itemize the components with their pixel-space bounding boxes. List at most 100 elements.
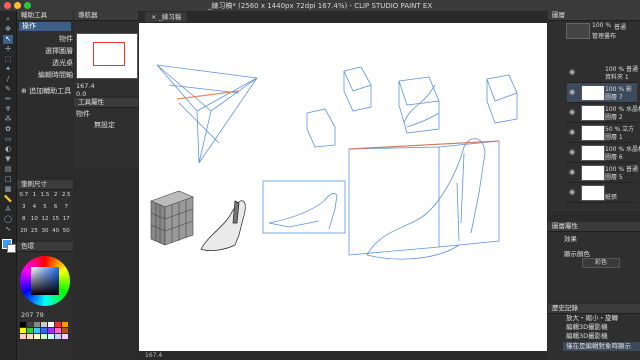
decoration-tool-icon[interactable]: ✿	[3, 125, 13, 134]
layer-row[interactable]: ◉ 100 % 普通 圖層 5	[567, 163, 638, 183]
layer-thumb[interactable]	[566, 23, 590, 39]
brush-size-option[interactable]: 40	[51, 228, 61, 239]
sub-tool-light-table[interactable]: 透光桌	[29, 58, 73, 68]
sub-tool-select-layer[interactable]: 選擇圖層	[29, 46, 73, 56]
color-swatch[interactable]	[55, 328, 61, 333]
ruler-tool-icon[interactable]: 📏	[3, 195, 13, 204]
eye-icon[interactable]: ◉	[569, 188, 577, 196]
pen-tool-icon[interactable]: ✎	[3, 85, 13, 94]
color-value-readout[interactable]: 207 79	[21, 311, 44, 319]
color-swatch[interactable]	[20, 334, 26, 339]
close-tab-icon[interactable]: ×	[151, 13, 159, 21]
blend-tool-icon[interactable]: ◐	[3, 145, 13, 154]
layer-row[interactable]: ◉ 100 % 普通 資料夾 1	[567, 63, 638, 83]
color-swatch[interactable]	[27, 334, 33, 339]
color-swatch[interactable]	[62, 322, 68, 327]
navigator-view-frame[interactable]	[93, 42, 125, 66]
frame-border-tool-icon[interactable]: ▦	[3, 185, 13, 194]
sub-color-swatch[interactable]	[7, 244, 16, 253]
color-swatch[interactable]	[48, 334, 54, 339]
gradient-tool-icon[interactable]: ▤	[3, 165, 13, 174]
brush-size-option[interactable]: 3	[19, 204, 29, 215]
auto-select-tool-icon[interactable]: ✦	[3, 65, 13, 74]
selection-tool-icon[interactable]: ⬚	[3, 55, 13, 64]
color-swatch[interactable]	[62, 328, 68, 333]
balloon-tool-icon[interactable]: ◯	[3, 215, 13, 224]
color-swatch[interactable]	[48, 322, 54, 327]
move-tool-icon[interactable]: ✥	[3, 25, 13, 34]
eye-icon[interactable]: ◉	[569, 108, 577, 116]
history-item[interactable]: 放大・縮小・旋轉	[563, 314, 640, 323]
color-swatch[interactable]	[20, 328, 26, 333]
navigator-preview[interactable]	[76, 33, 138, 79]
layer-row-selected[interactable]: ◉ 100 % 影 圖層 7	[567, 83, 637, 103]
sub-tool-edit-timeline[interactable]: 編輯時間軸	[29, 70, 73, 80]
color-swatch[interactable]	[48, 328, 54, 333]
history-item-current[interactable]: 僅在是編輯對象時顯示	[563, 342, 640, 351]
color-swatch[interactable]	[62, 334, 68, 339]
canvas-tab[interactable]: × _練习稿	[145, 12, 188, 22]
operation-tool-icon[interactable]: ↖	[3, 35, 13, 44]
layer-row[interactable]: ◉ 50 % 立方 圖層 1	[567, 123, 637, 143]
color-swatch[interactable]	[41, 328, 47, 333]
brush-size-option[interactable]: 12	[40, 216, 50, 227]
move-layer-tool-icon[interactable]: ✢	[3, 45, 13, 54]
layer-row[interactable]: ◉ 100 % 水晶杯 圖層 6	[567, 143, 640, 163]
layer-row[interactable]: ◉ 紙張	[567, 183, 637, 203]
brush-size-option[interactable]: 15	[51, 216, 61, 227]
brush-size-option[interactable]: 50	[61, 228, 71, 239]
text-tool-icon[interactable]: A	[3, 205, 13, 214]
color-swatch[interactable]	[34, 334, 40, 339]
history-item[interactable]: 編輯3D攝影機	[563, 323, 640, 332]
color-swatch[interactable]	[20, 322, 26, 327]
canvas[interactable]	[139, 23, 547, 351]
brush-size-option[interactable]: 0.7	[19, 192, 29, 203]
sub-tool-object[interactable]: 物件	[29, 34, 73, 44]
eye-icon[interactable]: ◉	[569, 128, 577, 136]
status-zoom-value[interactable]: 167.4	[139, 352, 162, 359]
color-swatch[interactable]	[34, 322, 40, 327]
display-color-select[interactable]: 彩色	[582, 258, 620, 268]
eye-icon[interactable]: ◉	[569, 148, 577, 156]
color-swatch[interactable]	[41, 322, 47, 327]
eye-icon[interactable]: ◉	[569, 168, 577, 176]
brush-size-option[interactable]: 6	[51, 204, 61, 215]
brush-size-option[interactable]: 4	[30, 204, 40, 215]
brush-size-option[interactable]: 17	[61, 216, 71, 227]
eye-icon[interactable]: ◉	[569, 88, 577, 96]
color-swatch[interactable]	[27, 322, 33, 327]
sub-tool-group-tab[interactable]: 操作	[19, 22, 71, 31]
color-swatch[interactable]	[41, 334, 47, 339]
brush-size-option[interactable]: 25	[30, 228, 40, 239]
brush-size-option[interactable]: 7	[61, 204, 71, 215]
brush-tool-icon[interactable]: ♆	[3, 105, 13, 114]
brush-size-option[interactable]: 8	[19, 216, 29, 227]
brush-size-option[interactable]: 20	[19, 228, 29, 239]
color-swatch[interactable]	[34, 328, 40, 333]
eye-icon[interactable]: ◉	[569, 68, 577, 76]
airbrush-tool-icon[interactable]: ⁂	[3, 115, 13, 124]
color-swatch[interactable]	[55, 322, 61, 327]
navigator-zoom-value[interactable]: 167.4	[76, 82, 95, 90]
layer-name[interactable]: 管理畫布	[592, 31, 616, 40]
eraser-tool-icon[interactable]: ▭	[3, 135, 13, 144]
correct-line-tool-icon[interactable]: ∿	[3, 225, 13, 234]
brush-size-option[interactable]: 2	[51, 192, 61, 203]
saturation-value-square[interactable]	[31, 267, 59, 295]
pencil-tool-icon[interactable]: ✏	[3, 95, 13, 104]
brush-size-option[interactable]: 2.5	[61, 192, 71, 203]
add-sub-tool-button[interactable]: ⊕ 追加輔助工具	[21, 86, 71, 96]
fill-tool-icon[interactable]: ▼	[3, 155, 13, 164]
zoom-tool-icon[interactable]: ⌕	[3, 15, 13, 24]
figure-tool-icon[interactable]: □	[3, 175, 13, 184]
color-swatch[interactable]	[27, 328, 33, 333]
hue-ring[interactable]	[20, 256, 70, 306]
brush-size-option[interactable]: 10	[30, 216, 40, 227]
color-swatch[interactable]	[55, 334, 61, 339]
navigator-rotation-value[interactable]: 0.0	[76, 90, 86, 98]
brush-size-option[interactable]: 1	[30, 192, 40, 203]
eyedropper-tool-icon[interactable]: ∕	[3, 75, 13, 84]
history-item[interactable]: 編輯3D攝影機	[563, 332, 640, 341]
brush-size-option[interactable]: 1.5	[40, 192, 50, 203]
layer-row[interactable]: ◉ 100 % 水晶杯 圖層 2	[567, 103, 640, 123]
